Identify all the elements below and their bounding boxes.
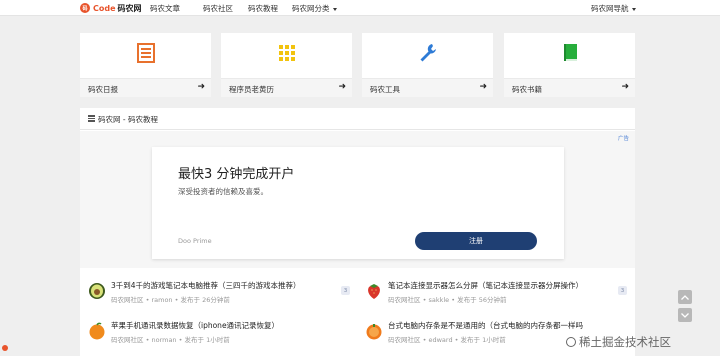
section-title: 码农网 - 码农教程 [98,115,158,124]
book-icon [564,44,577,61]
avocado-icon [89,283,105,299]
nav-categories-label: 码农网分类 [292,4,330,13]
card-books[interactable]: 码农书籍 ➜ [504,33,635,97]
scroll-up-button[interactable] [678,290,692,304]
card-almanac[interactable]: 程序员老黄历 ➜ [221,33,352,97]
ad-banner[interactable]: 广告 最快3 分钟完成开户 深受投资者的信赖及喜爱。 Doo Prime 注册 [80,131,635,268]
article-title[interactable]: 笔记本连接显示器怎么分屏（笔记本连接显示器分屏操作） [388,280,583,291]
card-daily[interactable]: 码农日报 ➜ [80,33,211,97]
nav-categories[interactable]: 码农网分类 [292,3,337,14]
article-title[interactable]: 台式电脑内存条是不是通用的（台式电脑的内存条都一样吗 [388,320,583,331]
corner-dot-icon [2,345,8,351]
comment-count-badge: 3 [618,286,627,295]
orange-slice-icon [366,324,382,340]
comment-count-badge: 3 [341,286,350,295]
list-item[interactable]: 苹果手机通讯录数据恢复（iphone通讯记录恢复） 码农网社区 • norman… [88,320,350,354]
ad-card[interactable]: 最快3 分钟完成开户 深受投资者的信赖及喜爱。 Doo Prime 注册 [152,147,564,259]
card-label: 码农日报 [88,85,118,94]
ad-title: 最快3 分钟完成开户 [178,167,295,182]
juejin-icon [566,337,576,347]
calendar-list-icon [137,43,155,63]
nav-articles[interactable]: 码农文章 [150,3,180,14]
site-logo[interactable]: 码 Code 码农网 [80,2,142,14]
card-footer: 码农工具 ➜ [362,78,493,97]
chevron-down-icon [332,7,337,11]
arrow-right-icon: ➜ [338,82,346,92]
card-label: 程序员老黄历 [229,85,274,94]
ad-register-button[interactable]: 注册 [415,232,537,250]
strawberry-icon [368,284,380,299]
article-meta: 码农网社区 • ramon • 发布于 26分钟前 [111,296,230,304]
top-navbar: 码 Code 码农网 码农文章 码农社区 码农教程 码农网分类 码农网导航 [0,0,720,16]
chevron-up-icon [681,294,689,300]
orange-icon [89,322,105,340]
list-icon [88,115,95,122]
card-footer: 码农日报 ➜ [80,78,211,97]
watermark-text: 稀土掘金技术社区 [579,335,671,349]
card-footer: 程序员老黄历 ➜ [221,78,352,97]
article-title[interactable]: 苹果手机通讯录数据恢复（iphone通讯记录恢复） [111,320,279,331]
nav-community[interactable]: 码农社区 [203,3,233,14]
nav-tutorials[interactable]: 码农教程 [248,3,278,14]
logo-text-code: Code [93,3,116,13]
arrow-right-icon: ➜ [197,82,205,92]
ad-badge: 广告 [617,136,629,142]
article-meta: 码农网社区 • norman • 发布于 1小时前 [111,336,230,344]
chevron-down-icon [631,7,636,11]
article-meta: 码农网社区 • edward • 发布于 1小时前 [388,336,506,344]
ad-subtitle: 深受投资者的信赖及喜爱。 [178,187,268,196]
article-meta: 码农网社区 • sakkle • 发布于 56分钟前 [388,296,507,304]
card-label: 码农书籍 [512,85,542,94]
watermark: 稀土掘金技术社区 [566,334,671,350]
grid-icon [279,45,295,61]
section-header: 码农网 - 码农教程 [80,108,635,130]
ad-brand: Doo Prime [178,237,212,245]
nav-directory[interactable]: 码农网导航 [591,3,636,14]
tutorial-section: 码农网 - 码农教程 广告 最快3 分钟完成开户 深受投资者的信赖及喜爱。 Do… [80,108,635,356]
logo-text-name: 码农网 [117,3,142,13]
list-item[interactable]: 笔记本连接显示器怎么分屏（笔记本连接显示器分屏操作） 码农网社区 • sakkl… [365,280,627,314]
wrench-icon [420,44,436,62]
card-tools[interactable]: 码农工具 ➜ [362,33,493,97]
scroll-down-button[interactable] [678,308,692,322]
list-item[interactable]: 3千到4千的游戏笔记本电脑推荐（三四千的游戏本推荐） 码农网社区 • ramon… [88,280,350,314]
arrow-right-icon: ➜ [479,82,487,92]
nav-directory-label: 码农网导航 [591,4,629,13]
card-label: 码农工具 [370,85,400,94]
chevron-down-icon [681,312,689,318]
article-title[interactable]: 3千到4千的游戏笔记本电脑推荐（三四千的游戏本推荐） [111,280,301,291]
arrow-right-icon: ➜ [621,82,629,92]
card-footer: 码农书籍 ➜ [504,78,635,97]
logo-mark-icon: 码 [80,3,90,13]
